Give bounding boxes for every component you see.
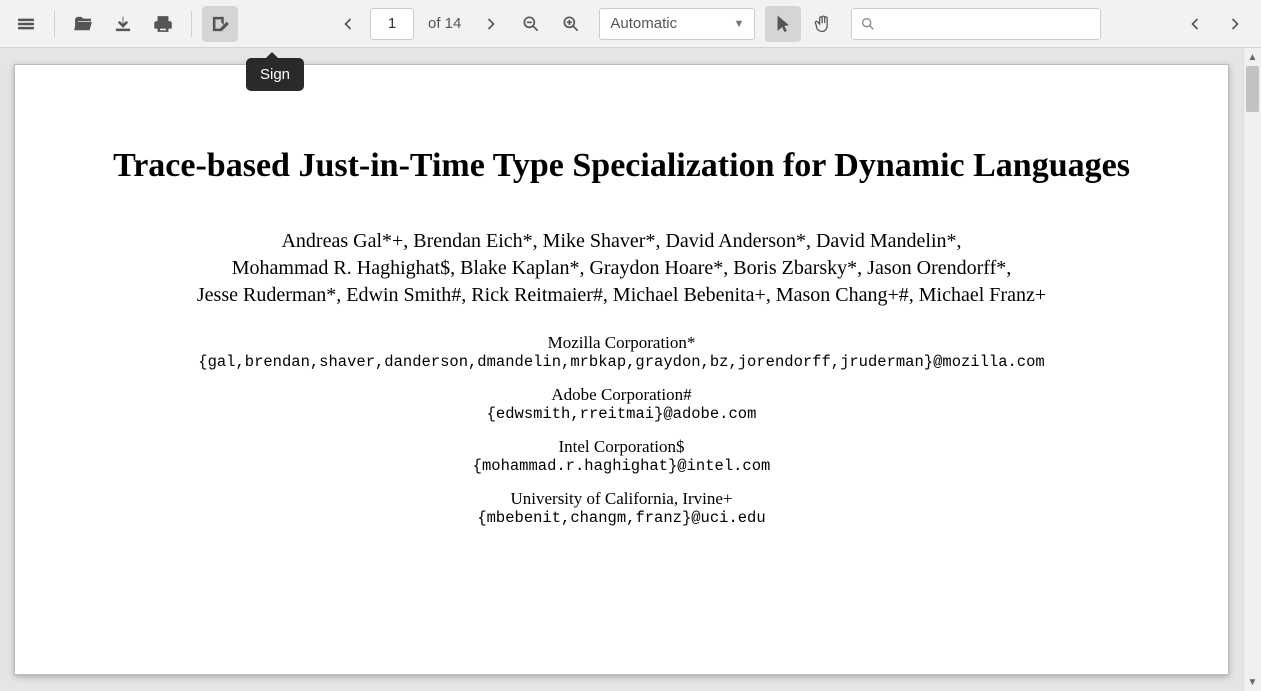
separator (191, 11, 192, 37)
next-page-button[interactable] (473, 6, 509, 42)
chevron-down-icon: ▼ (733, 18, 744, 30)
affiliation: University of California, Irvine+ {mbebe… (75, 489, 1168, 527)
pdf-page: Trace-based Just-in-Time Type Specializa… (14, 64, 1229, 675)
select-tool-button[interactable] (765, 6, 801, 42)
page-number-input[interactable] (370, 8, 414, 40)
vertical-scrollbar[interactable]: ▲ ▼ (1243, 48, 1261, 691)
search-box[interactable] (851, 8, 1101, 40)
scroll-thumb[interactable] (1246, 66, 1259, 112)
affiliation: Adobe Corporation# {edwsmith,rreitmai}@a… (75, 385, 1168, 423)
sign-button[interactable] (202, 6, 238, 42)
print-button[interactable] (145, 6, 181, 42)
zoom-out-button[interactable] (513, 6, 549, 42)
separator (54, 11, 55, 37)
search-next-button[interactable] (1217, 6, 1253, 42)
page-total-label: of 14 (428, 15, 461, 32)
toolbar: of 14 Automatic ▼ (0, 0, 1261, 48)
sign-tooltip: Sign (246, 58, 304, 91)
affiliation: Intel Corporation$ {mohammad.r.haghighat… (75, 437, 1168, 475)
affiliation: Mozilla Corporation* {gal,brendan,shaver… (75, 333, 1168, 371)
menu-button[interactable] (8, 6, 44, 42)
zoom-select[interactable]: Automatic ▼ (599, 8, 755, 40)
zoom-select-label: Automatic (610, 15, 677, 32)
search-prev-button[interactable] (1177, 6, 1213, 42)
download-button[interactable] (105, 6, 141, 42)
open-file-button[interactable] (65, 6, 101, 42)
prev-page-button[interactable] (330, 6, 366, 42)
paper-authors: Andreas Gal*+, Brendan Eich*, Mike Shave… (75, 228, 1168, 309)
zoom-in-button[interactable] (553, 6, 589, 42)
scroll-up-arrow[interactable]: ▲ (1244, 48, 1261, 66)
scroll-down-arrow[interactable]: ▼ (1244, 673, 1261, 691)
hand-tool-button[interactable] (805, 6, 841, 42)
paper-title: Trace-based Just-in-Time Type Specializa… (75, 145, 1168, 188)
pdf-viewer: Trace-based Just-in-Time Type Specializa… (0, 48, 1243, 691)
search-icon (860, 16, 876, 32)
